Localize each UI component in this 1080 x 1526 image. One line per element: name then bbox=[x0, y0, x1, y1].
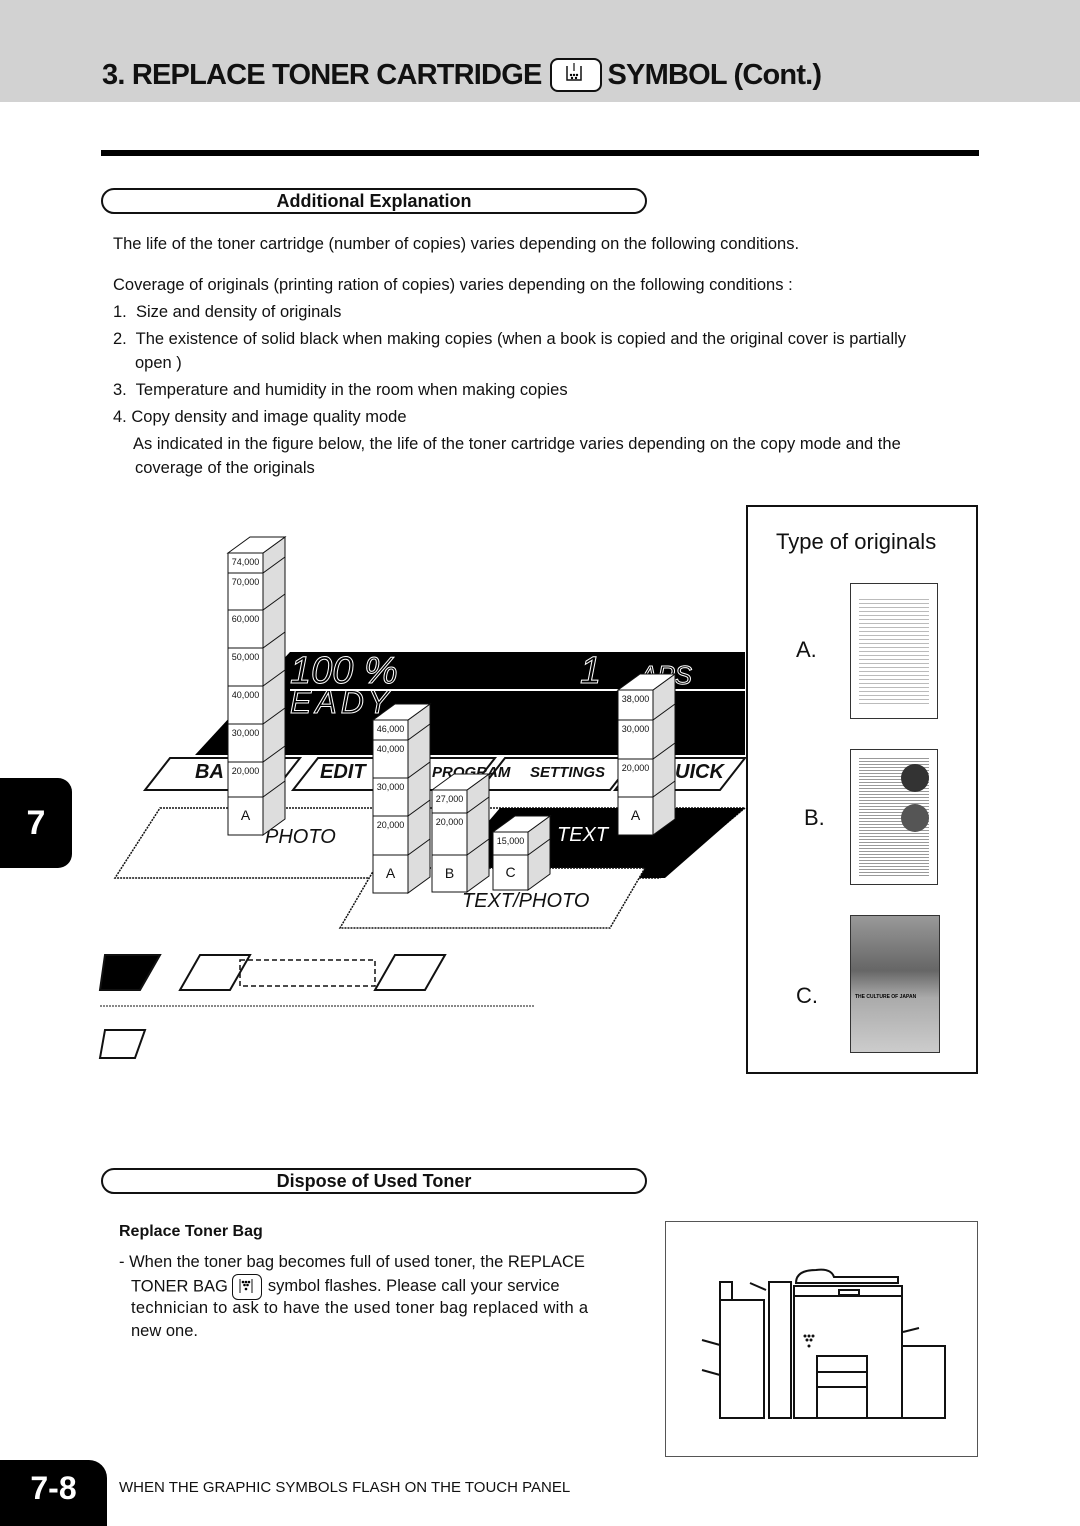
bar-segment-label: 70,000 bbox=[231, 577, 260, 587]
footer-chapter-title: WHEN THE GRAPHIC SYMBOLS FLASH ON THE TO… bbox=[119, 1479, 571, 1496]
bar-segment-label: 30,000 bbox=[231, 728, 260, 738]
body-line: - When the toner bag becomes full of use… bbox=[119, 1253, 585, 1271]
bar-segment-label: 30,000 bbox=[621, 724, 650, 734]
bar-type-label: C bbox=[505, 863, 516, 880]
body-line: new one. bbox=[131, 1322, 198, 1340]
bar-side bbox=[466, 773, 490, 893]
bar-segment-label: 50,000 bbox=[231, 652, 260, 662]
bar-type-label: A bbox=[385, 865, 396, 881]
bar-segment-label: 40,000 bbox=[376, 744, 405, 754]
bar-segment-label: 27,000 bbox=[435, 794, 464, 804]
bar-side bbox=[652, 673, 676, 836]
copier-illustration bbox=[665, 1221, 978, 1457]
bar-segment-label: 20,000 bbox=[435, 817, 464, 827]
bar-segment-label: 74,000 bbox=[231, 557, 260, 567]
bar-segment-label: 20,000 bbox=[621, 763, 650, 773]
subheading-replace-toner-bag: Replace Toner Bag bbox=[119, 1223, 263, 1240]
bar-side bbox=[262, 536, 286, 836]
bar-segment-label: 38,000 bbox=[621, 694, 650, 704]
thumbnail-photo-document: THE CULTURE OF JAPAN bbox=[850, 915, 940, 1053]
page-number: 7-8 bbox=[0, 1460, 107, 1526]
types-title: Type of originals bbox=[776, 529, 937, 554]
bar-segment-label: 15,000 bbox=[496, 836, 525, 846]
bar-type-label: A bbox=[240, 807, 251, 823]
type-b-label: B. bbox=[804, 805, 825, 830]
bar-segment-label: 40,000 bbox=[231, 690, 260, 700]
type-a-label: A. bbox=[796, 637, 817, 662]
thumbnail-text-document bbox=[850, 583, 938, 719]
bar-segment-label: 46,000 bbox=[376, 724, 405, 734]
bar-segment-label: 30,000 bbox=[376, 782, 405, 792]
type-c-label: C. bbox=[796, 983, 818, 1008]
type-of-originals-box: Type of originals A. B. C. THE CULTURE O… bbox=[746, 505, 978, 1074]
bar-segment-label: 20,000 bbox=[231, 766, 260, 776]
bar-segment-label: 20,000 bbox=[376, 820, 405, 830]
chapter-tab: 7 bbox=[0, 778, 72, 868]
bar-type-label: A bbox=[630, 807, 641, 823]
bar-segment-label: 60,000 bbox=[231, 614, 260, 624]
thumbnail-text-with-charts bbox=[850, 749, 938, 885]
bar-type-label: B bbox=[444, 864, 455, 881]
section-heading-dispose: Dispose of Used Toner bbox=[101, 1168, 647, 1194]
body-line: technician to ask to have the used toner… bbox=[131, 1299, 589, 1317]
